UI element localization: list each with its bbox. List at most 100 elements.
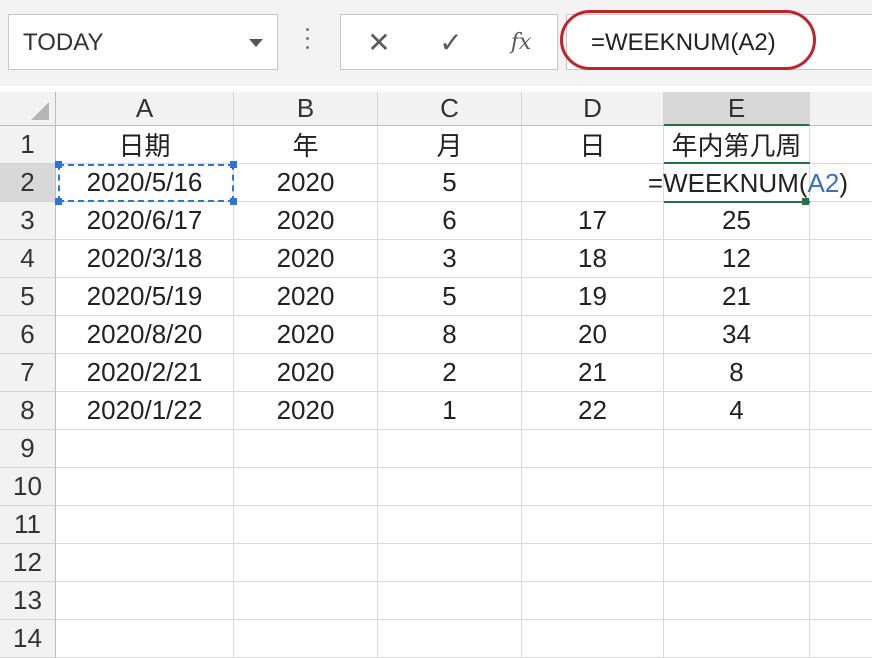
- cell-b6[interactable]: 2020: [234, 316, 378, 354]
- row-header-9[interactable]: 9: [0, 430, 56, 468]
- cell-extra-6[interactable]: [810, 316, 872, 354]
- column-header-d[interactable]: D: [522, 92, 664, 126]
- select-all-corner[interactable]: [0, 92, 56, 126]
- cell-c1[interactable]: 月: [378, 126, 522, 164]
- column-header-a[interactable]: A: [56, 92, 234, 126]
- cell-extra-1[interactable]: [810, 126, 872, 164]
- cell-extra-12[interactable]: [810, 544, 872, 582]
- reference-resize-handle[interactable]: [230, 161, 237, 168]
- cell-extra-7[interactable]: [810, 354, 872, 392]
- column-header-b[interactable]: B: [234, 92, 378, 126]
- cell-b2[interactable]: 2020: [234, 164, 378, 202]
- more-options-icon[interactable]: [304, 28, 310, 56]
- cell-c12[interactable]: [378, 544, 522, 582]
- cell-e1[interactable]: 年内第几周: [664, 126, 810, 164]
- cell-extra-4[interactable]: [810, 240, 872, 278]
- row-header-6[interactable]: 6: [0, 316, 56, 354]
- cell-extra-14[interactable]: [810, 620, 872, 658]
- insert-function-icon[interactable]: fx: [491, 15, 551, 69]
- column-header-e[interactable]: E: [664, 92, 810, 126]
- editing-cell-e2[interactable]: =WEEKNUM(A2): [648, 164, 848, 202]
- cell-d5[interactable]: 19: [522, 278, 664, 316]
- cell-a14[interactable]: [56, 620, 234, 658]
- cell-extra-5[interactable]: [810, 278, 872, 316]
- cell-e7[interactable]: 8: [664, 354, 810, 392]
- cell-a8[interactable]: 2020/1/22: [56, 392, 234, 430]
- chevron-down-icon[interactable]: [249, 39, 263, 47]
- enter-icon[interactable]: ✓: [421, 15, 481, 69]
- cell-a9[interactable]: [56, 430, 234, 468]
- cell-d3[interactable]: 17: [522, 202, 664, 240]
- cell-a12[interactable]: [56, 544, 234, 582]
- cell-e4[interactable]: 12: [664, 240, 810, 278]
- cell-d1[interactable]: 日: [522, 126, 664, 164]
- cell-e5[interactable]: 21: [664, 278, 810, 316]
- cell-e13[interactable]: [664, 582, 810, 620]
- cell-b13[interactable]: [234, 582, 378, 620]
- row-header-7[interactable]: 7: [0, 354, 56, 392]
- cell-extra-8[interactable]: [810, 392, 872, 430]
- column-header-extra[interactable]: [810, 92, 872, 126]
- cell-e12[interactable]: [664, 544, 810, 582]
- cell-c8[interactable]: 1: [378, 392, 522, 430]
- cell-d7[interactable]: 21: [522, 354, 664, 392]
- cell-c13[interactable]: [378, 582, 522, 620]
- cancel-icon[interactable]: ✕: [349, 15, 409, 69]
- cell-a1[interactable]: 日期: [56, 126, 234, 164]
- spreadsheet-grid[interactable]: A B C D E 1 日期年月日年内第几周 2 2020/5/16 2020 5 3 2020/6/1…: [0, 86, 872, 658]
- row-header-2[interactable]: 2: [0, 164, 56, 202]
- cell-d8[interactable]: 22: [522, 392, 664, 430]
- cell-d13[interactable]: [522, 582, 664, 620]
- name-box[interactable]: TODAY: [8, 14, 278, 70]
- cell-d12[interactable]: [522, 544, 664, 582]
- cell-c4[interactable]: 3: [378, 240, 522, 278]
- cell-d9[interactable]: [522, 430, 664, 468]
- cell-e8[interactable]: 4: [664, 392, 810, 430]
- row-header-13[interactable]: 13: [0, 582, 56, 620]
- cell-b10[interactable]: [234, 468, 378, 506]
- cell-c7[interactable]: 2: [378, 354, 522, 392]
- cell-extra-10[interactable]: [810, 468, 872, 506]
- cell-b1[interactable]: 年: [234, 126, 378, 164]
- cell-extra-11[interactable]: [810, 506, 872, 544]
- row-header-11[interactable]: 11: [0, 506, 56, 544]
- row-header-12[interactable]: 12: [0, 544, 56, 582]
- cell-extra-3[interactable]: [810, 202, 872, 240]
- column-header-c[interactable]: C: [378, 92, 522, 126]
- cell-a5[interactable]: 2020/5/19: [56, 278, 234, 316]
- cell-e9[interactable]: [664, 430, 810, 468]
- row-header-4[interactable]: 4: [0, 240, 56, 278]
- cell-e14[interactable]: [664, 620, 810, 658]
- cell-extra-13[interactable]: [810, 582, 872, 620]
- row-header-14[interactable]: 14: [0, 620, 56, 658]
- cell-d6[interactable]: 20: [522, 316, 664, 354]
- cell-c9[interactable]: [378, 430, 522, 468]
- reference-resize-handle[interactable]: [230, 198, 237, 205]
- cell-c5[interactable]: 5: [378, 278, 522, 316]
- reference-resize-handle[interactable]: [55, 198, 62, 205]
- cell-d10[interactable]: [522, 468, 664, 506]
- cell-a4[interactable]: 2020/3/18: [56, 240, 234, 278]
- cell-c3[interactable]: 6: [378, 202, 522, 240]
- cell-b7[interactable]: 2020: [234, 354, 378, 392]
- row-header-3[interactable]: 3: [0, 202, 56, 240]
- cell-d14[interactable]: [522, 620, 664, 658]
- cell-a10[interactable]: [56, 468, 234, 506]
- cell-c6[interactable]: 8: [378, 316, 522, 354]
- cell-a11[interactable]: [56, 506, 234, 544]
- cell-e3[interactable]: 25: [664, 202, 810, 240]
- cell-b12[interactable]: [234, 544, 378, 582]
- row-header-5[interactable]: 5: [0, 278, 56, 316]
- row-header-8[interactable]: 8: [0, 392, 56, 430]
- cell-a7[interactable]: 2020/2/21: [56, 354, 234, 392]
- cell-b8[interactable]: 2020: [234, 392, 378, 430]
- reference-resize-handle[interactable]: [55, 161, 62, 168]
- cell-e11[interactable]: [664, 506, 810, 544]
- cell-b4[interactable]: 2020: [234, 240, 378, 278]
- cell-c11[interactable]: [378, 506, 522, 544]
- cell-c10[interactable]: [378, 468, 522, 506]
- cell-b3[interactable]: 2020: [234, 202, 378, 240]
- cell-b9[interactable]: [234, 430, 378, 468]
- cell-a13[interactable]: [56, 582, 234, 620]
- cell-a3[interactable]: 2020/6/17: [56, 202, 234, 240]
